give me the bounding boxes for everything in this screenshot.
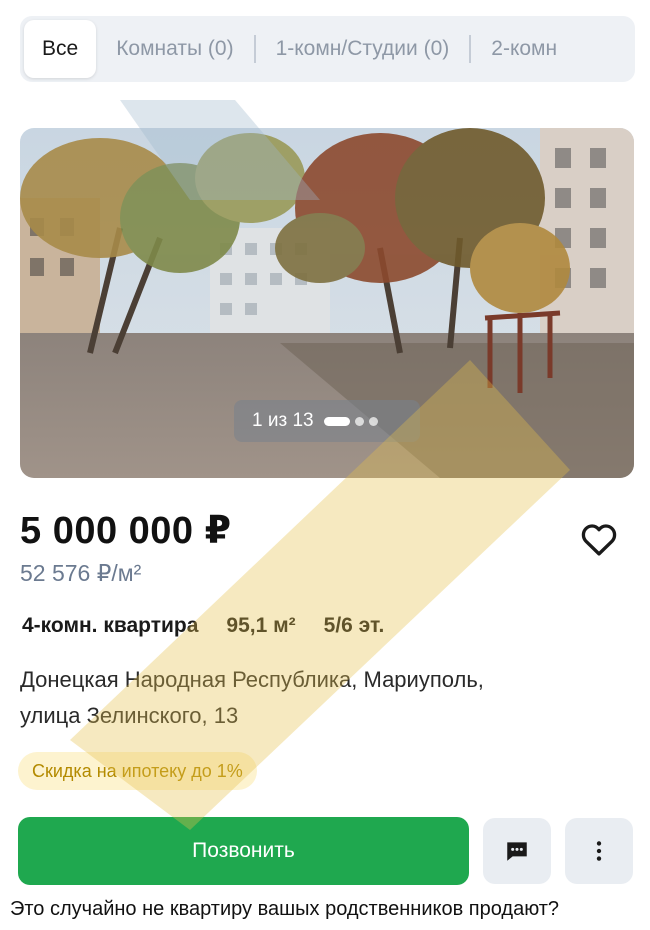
mortgage-discount-badge: Скидка на ипотеку до 1% [18,752,257,790]
tab-2-rooms[interactable]: 2-комн [471,20,577,78]
listing-price: 5 000 000 ₽ [20,510,232,552]
pagination-dot [323,416,350,426]
photo-pagination-dots [323,416,378,426]
listing-photo[interactable]: 1 из 13 [20,128,634,478]
rooms-spec: 4-комн. квартира [22,614,199,637]
caption-text: Это случайно не квартиру вашых родственн… [10,898,560,920]
listing-address: Донецкая Народная Республика, Мариуполь,… [20,662,610,734]
address-line-street: улица Зелинского, 13 [20,703,239,728]
more-options-button[interactable] [565,818,633,884]
address-line-region: Донецкая Народная Республика, Мариуполь, [20,667,484,692]
listing-card-screen: Все Комнаты (0) 1-комн/Студии (0) 2-комн [0,0,650,930]
area-spec: 95,1 м² [226,614,296,637]
favorite-button[interactable] [578,518,620,560]
call-button[interactable]: Позвонить [18,817,469,885]
heart-icon [581,524,617,556]
tab-1-room-studio[interactable]: 1-комн/Студии (0) [256,20,470,78]
floor-spec: 5/6 эт. [323,614,385,637]
room-filter-tabs: Все Комнаты (0) 1-комн/Студии (0) 2-комн [20,16,635,82]
chat-bubble-icon [507,842,527,861]
pagination-dot [354,416,364,426]
more-vertical-icon [596,841,602,861]
photo-counter: 1 из 13 [234,400,420,442]
pagination-dot [368,416,378,426]
chat-button[interactable] [483,818,551,884]
photo-counter-text: 1 из 13 [252,410,314,431]
price-per-square-meter: 52 576 ₽/м² [20,560,142,586]
listing-specs: 4-комн. квартира 95,1 м² 5/6 эт. [22,614,384,638]
tab-all[interactable]: Все [24,20,97,78]
tab-rooms[interactable]: Комнаты (0) [96,20,253,78]
